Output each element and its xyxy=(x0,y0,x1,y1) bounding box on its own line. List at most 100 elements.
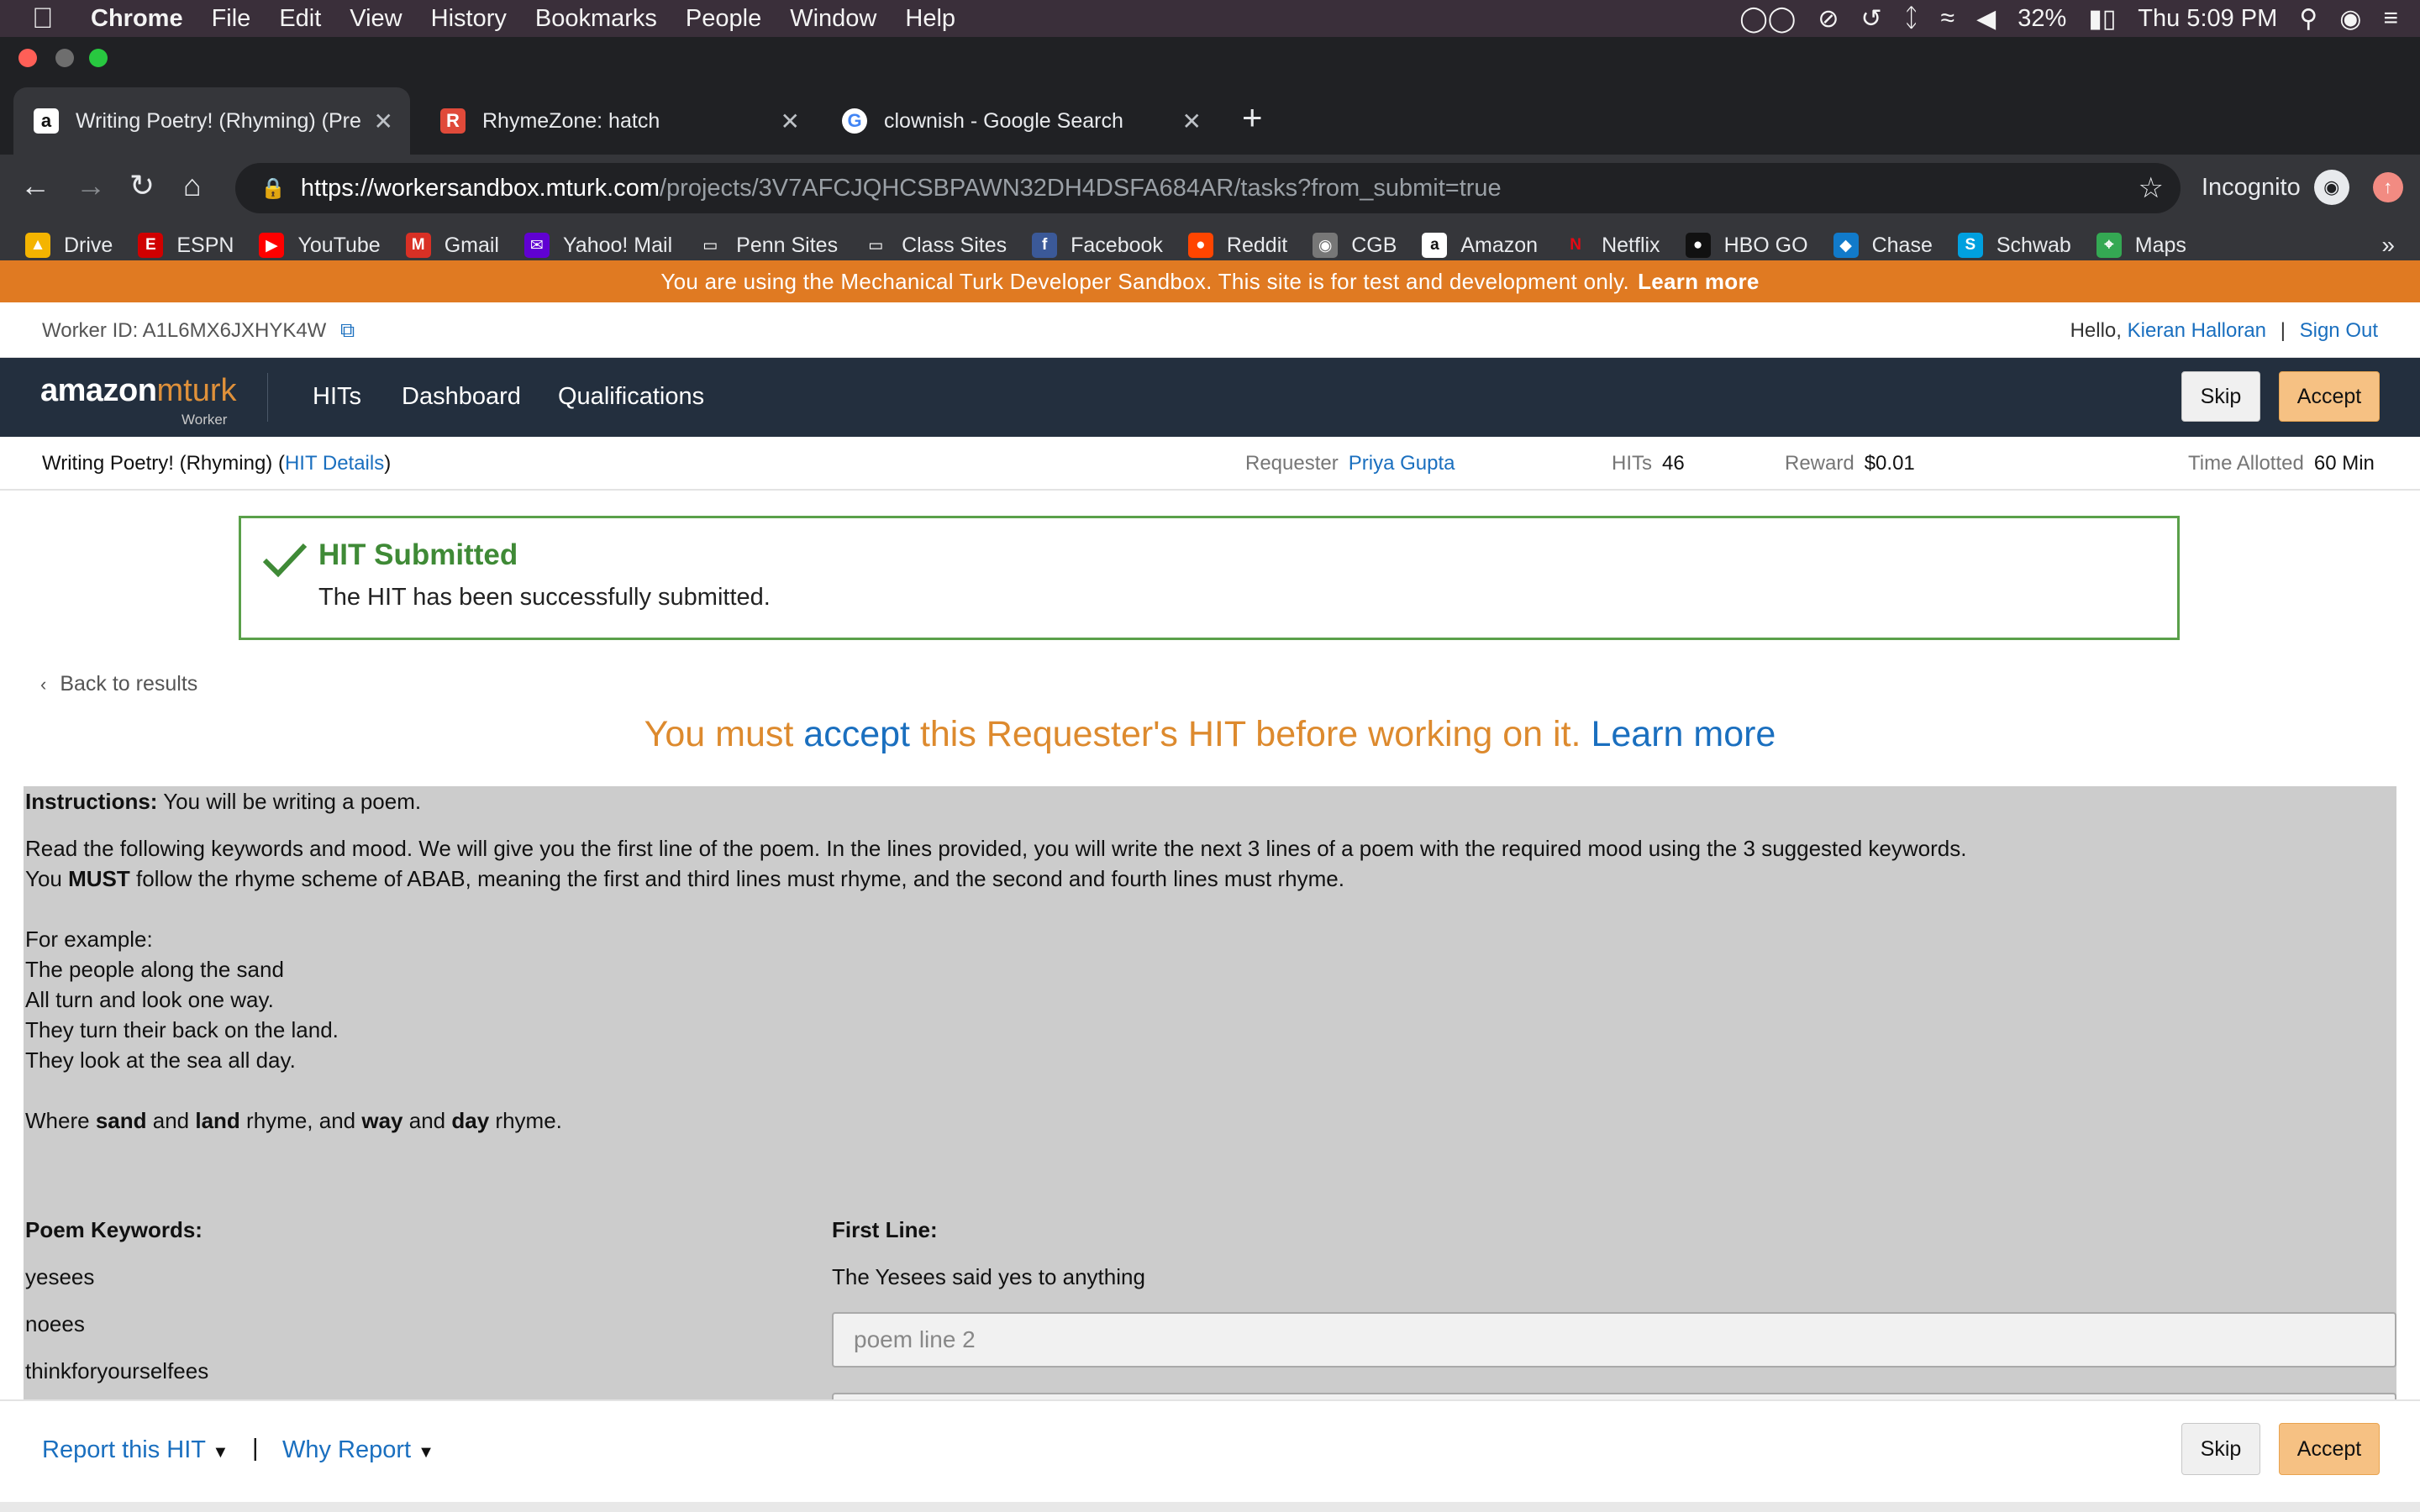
bookmark-gmail[interactable]: M Gmail xyxy=(405,233,499,258)
tab-google-search[interactable]: G clownish - Google Search ✕ xyxy=(822,87,1218,155)
logo-worker-text: Worker xyxy=(182,412,228,428)
spotlight-search-icon[interactable]: ⚲ xyxy=(2299,4,2317,34)
instructions-text: You will be writing a poem. xyxy=(163,789,422,814)
worker-bar: Worker ID: A1L6MX6JXHYK4W ⧉ Hello, Kiera… xyxy=(0,302,2420,358)
notification-center-icon[interactable]: ≡ xyxy=(2383,4,2398,33)
bluetooth-icon[interactable]: ᛨ xyxy=(1904,4,1919,33)
bookmark-star-icon[interactable]: ☆ xyxy=(2139,171,2164,205)
keyword-item: thinkforyourselfees xyxy=(25,1358,209,1383)
poem-line-2-input[interactable]: poem line 2 xyxy=(832,1312,2396,1368)
menu-file[interactable]: File xyxy=(212,5,251,33)
sandbox-learn-more-link[interactable]: Learn more xyxy=(1638,269,1760,295)
time-machine-icon[interactable]: ↺ xyxy=(1861,4,1882,34)
bookmark-espn[interactable]: E ESPN xyxy=(138,233,234,258)
siri-icon[interactable]: ◉ xyxy=(2339,4,2361,34)
skip-button[interactable]: Skip xyxy=(2181,371,2260,422)
reward-label: Reward xyxy=(1785,452,1854,475)
bookmark-class-sites[interactable]: ▭ Class Sites xyxy=(863,233,1007,258)
menu-view[interactable]: View xyxy=(350,5,402,33)
rhyme-word: day xyxy=(451,1108,490,1133)
folder-icon: ▭ xyxy=(868,236,884,255)
new-tab-plus-icon[interactable]: + xyxy=(1242,97,1263,138)
update-alert-icon[interactable]: ↑ xyxy=(2372,172,2403,202)
menu-history[interactable]: History xyxy=(431,5,507,33)
menu-help[interactable]: Help xyxy=(905,5,955,33)
nav-dashboard[interactable]: Dashboard xyxy=(402,383,521,411)
sign-out-link[interactable]: Sign Out xyxy=(2300,319,2378,342)
status-area: ◯◯ ⊘ ↺ ᛨ ≈ ◀ 32% ▮▯ Thu 5:09 PM ⚲ ◉ ≡ xyxy=(1739,0,2398,37)
accept-button[interactable]: Accept xyxy=(2279,371,2380,422)
nav-qualifications[interactable]: Qualifications xyxy=(558,383,704,411)
bookmark-label: Netflix xyxy=(1602,233,1660,257)
forward-arrow-icon[interactable]: → xyxy=(76,168,106,203)
bookmark-reddit[interactable]: ● Reddit xyxy=(1187,233,1287,258)
more-bookmarks-chevron-icon[interactable]: » xyxy=(2381,232,2395,259)
tab-writing-poetry[interactable]: a Writing Poetry! (Rhyming) (Pre ✕ xyxy=(13,87,410,155)
home-icon[interactable]: ⌂ xyxy=(183,168,202,203)
footer-accept-button[interactable]: Accept xyxy=(2279,1423,2380,1475)
incognito-indicator[interactable]: Incognito ◉ ↑ xyxy=(2202,170,2403,205)
tab-title: clownish - Google Search xyxy=(884,108,1123,133)
zoom-window-button[interactable] xyxy=(89,49,108,67)
bookmark-yahoo-mail[interactable]: ✉ Yahoo! Mail xyxy=(523,233,672,258)
menu-edit[interactable]: Edit xyxy=(279,5,321,33)
chevron-left-icon: ‹ xyxy=(40,674,47,695)
hbo-icon: ● xyxy=(1685,233,1711,258)
menu-bookmarks[interactable]: Bookmarks xyxy=(535,5,657,33)
schwab-icon: S xyxy=(1957,233,1983,258)
wifi-icon[interactable]: ≈ xyxy=(1941,4,1954,33)
bookmark-amazon[interactable]: a Amazon xyxy=(1422,233,1538,258)
nav-hits[interactable]: HITs xyxy=(313,383,361,411)
volume-icon[interactable]: ◀ xyxy=(1976,4,1996,34)
apple-icon[interactable]:  xyxy=(32,3,66,35)
must-accept-mid: this Requester's HIT before working on i… xyxy=(919,714,1581,754)
copy-icon[interactable]: ⧉ xyxy=(340,319,355,342)
menu-window[interactable]: Window xyxy=(790,5,876,33)
minimize-window-button[interactable] xyxy=(55,49,74,67)
bookmark-youtube[interactable]: ▶ YouTube xyxy=(259,233,381,258)
footer-skip-button[interactable]: Skip xyxy=(2181,1423,2260,1475)
bookmark-drive[interactable]: ▲ Drive xyxy=(25,233,113,258)
glasses-icon[interactable]: ◯◯ xyxy=(1739,4,1796,34)
learn-more-link[interactable]: Learn more xyxy=(1591,714,1776,754)
close-tab-icon[interactable]: ✕ xyxy=(374,108,393,135)
caret-down-icon: ▼ xyxy=(418,1443,434,1462)
why-report-dropdown[interactable]: Why Report ▼ xyxy=(282,1436,434,1464)
bookmark-chase[interactable]: ◆ Chase xyxy=(1833,233,1933,258)
menu-people[interactable]: People xyxy=(686,5,761,33)
reload-icon[interactable]: ↻ xyxy=(129,168,155,203)
close-tab-icon[interactable]: ✕ xyxy=(1182,108,1202,135)
donotdisturb-icon[interactable]: ⊘ xyxy=(1818,4,1839,34)
where-text: and xyxy=(152,1108,190,1133)
report-hit-dropdown[interactable]: Report this HIT ▼ xyxy=(42,1436,229,1464)
close-tab-icon[interactable]: ✕ xyxy=(781,108,800,135)
bookmark-hbo-go[interactable]: ● HBO GO xyxy=(1685,233,1808,258)
bookmark-cgb[interactable]: ◉ CGB xyxy=(1313,233,1397,258)
amazon-mturk-logo[interactable]: amazonmturk Worker xyxy=(40,373,236,428)
poem-line-3-input[interactable] xyxy=(832,1393,2396,1399)
drive-icon: ▲ xyxy=(25,233,50,258)
sandbox-banner-text: You are using the Mechanical Turk Develo… xyxy=(660,268,1630,294)
menu-clock[interactable]: Thu 5:09 PM xyxy=(2138,5,2277,33)
accept-link[interactable]: accept xyxy=(803,714,910,754)
bookmark-maps[interactable]: ⌖ Maps xyxy=(2096,233,2186,258)
lock-icon[interactable]: 🔒 xyxy=(260,176,286,201)
hit-details-link[interactable]: HIT Details xyxy=(285,452,384,475)
battery-icon[interactable]: ▮▯ xyxy=(2088,4,2116,34)
bookmark-label: Class Sites xyxy=(902,233,1007,257)
where-text: Where xyxy=(25,1108,90,1133)
tab-rhymezone[interactable]: R RhymeZone: hatch ✕ xyxy=(420,87,817,155)
requester-link[interactable]: Priya Gupta xyxy=(1349,452,1455,475)
user-name-link[interactable]: Kieran Halloran xyxy=(2128,319,2266,342)
bookmark-facebook[interactable]: f Facebook xyxy=(1032,233,1163,258)
example-line: They turn their back on the land. xyxy=(25,1017,339,1042)
bookmark-netflix[interactable]: N Netflix xyxy=(1563,233,1660,258)
back-arrow-icon[interactable]: ← xyxy=(20,168,50,203)
address-bar[interactable]: 🔒 https://workersandbox.mturk.com/projec… xyxy=(235,163,2181,213)
menu-chrome[interactable]: Chrome xyxy=(91,5,183,33)
bookmark-schwab[interactable]: S Schwab xyxy=(1957,233,2071,258)
close-window-button[interactable] xyxy=(18,49,37,67)
bookmark-penn-sites[interactable]: ▭ Penn Sites xyxy=(697,233,838,258)
bookmark-label: Schwab xyxy=(1996,233,2071,257)
back-to-results-link[interactable]: ‹ Back to results xyxy=(40,672,197,696)
